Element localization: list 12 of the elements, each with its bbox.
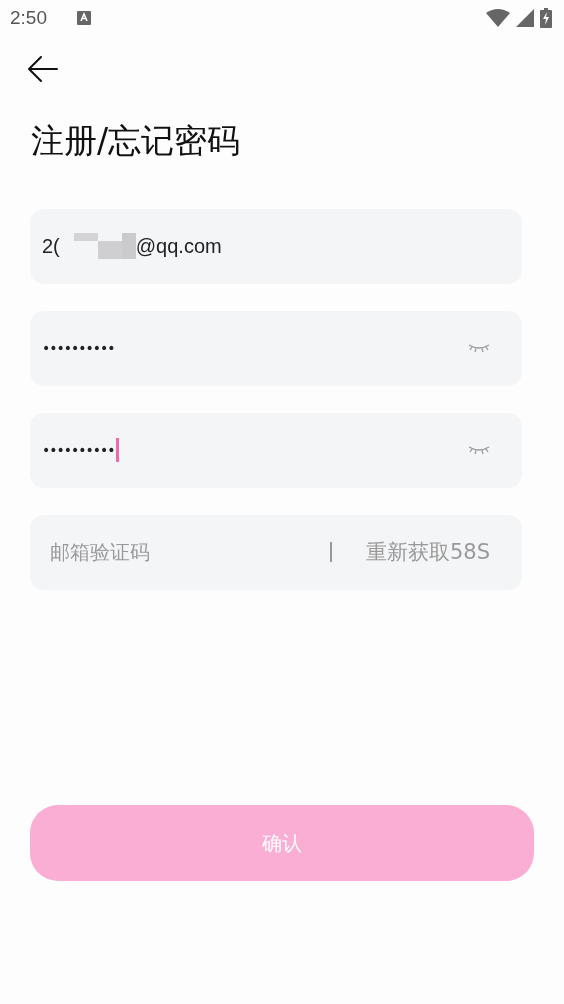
status-time: 2:50 xyxy=(10,7,47,29)
keyboard-notification-icon xyxy=(77,11,91,25)
page-title: 注册/忘记密码 xyxy=(31,121,242,161)
email-field[interactable]: 2( @qq.com xyxy=(30,208,522,284)
back-button[interactable] xyxy=(27,55,59,83)
password-field[interactable]: •••••••••• xyxy=(30,412,522,488)
eye-closed-icon[interactable] xyxy=(468,445,490,456)
signal-icon xyxy=(516,9,534,27)
wifi-icon xyxy=(486,9,510,27)
battery-charging-icon xyxy=(540,8,552,28)
eye-closed-icon[interactable] xyxy=(468,343,490,354)
password-field[interactable]: •••••••••• xyxy=(30,310,522,386)
